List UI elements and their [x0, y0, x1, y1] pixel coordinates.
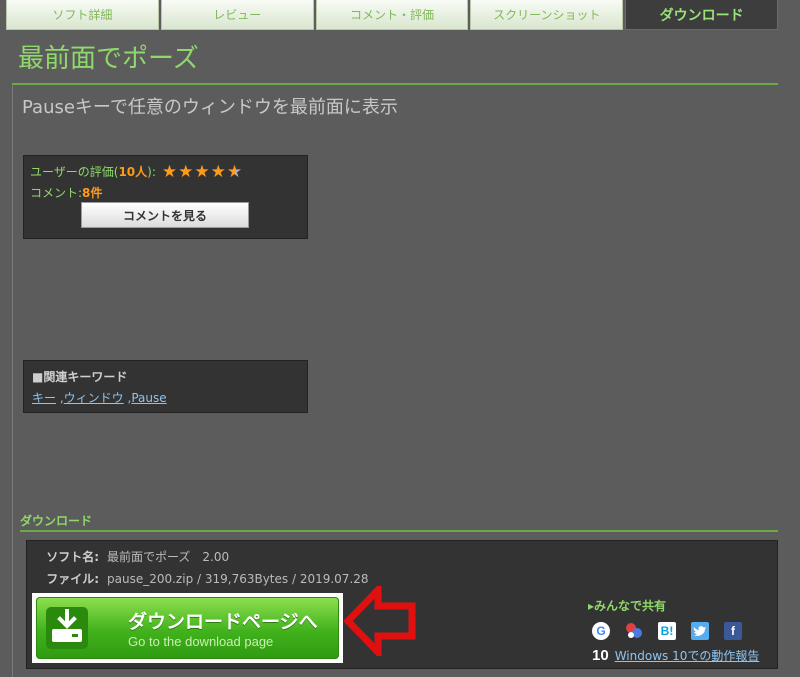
- comments-number: 8件: [82, 186, 103, 200]
- comment-count: コメント:8件: [30, 184, 102, 201]
- keyword-links: キー ,ウィンドウ ,Pause: [32, 391, 167, 405]
- comments-label: コメント:: [30, 186, 83, 200]
- related-keywords-panel: ■関連キーワード キー ,ウィンドウ ,Pause: [23, 360, 308, 413]
- file-value: pause_200.zip / 319,763Bytes / 2019.07.2…: [107, 572, 369, 586]
- windows10-badge: 10: [592, 647, 609, 664]
- share-icons: G B! f: [592, 622, 757, 640]
- soft-name-row: ソフト名: 最前面でポーズ 2.00: [37, 548, 229, 565]
- rating-panel: ユーザーの評価(10人): ★ ★ ★ ★ ★ コメント:8件 コメントを見る: [23, 155, 308, 239]
- download-button-label: ダウンロードページへ: [128, 611, 318, 633]
- download-heading: ダウンロード: [20, 514, 93, 528]
- page-subtitle: Pauseキーで任意のウィンドウを最前面に表示: [22, 97, 398, 118]
- twitter-icon[interactable]: [691, 622, 709, 640]
- star-bookmark-icon[interactable]: [625, 622, 643, 640]
- half-star-icon: ★: [226, 161, 243, 182]
- star-rating: ★ ★ ★ ★ ★: [161, 161, 243, 182]
- download-icon: [46, 607, 88, 649]
- keyword-link-window[interactable]: ウィンドウ: [64, 391, 124, 405]
- star-icon: ★: [161, 161, 178, 182]
- page-title: 最前面でポーズ: [18, 44, 199, 74]
- facebook-icon[interactable]: f: [724, 622, 742, 640]
- google-icon[interactable]: G: [592, 622, 610, 640]
- windows10-report-link[interactable]: Windows 10での動作報告: [615, 647, 760, 664]
- tab-download[interactable]: ダウンロード: [625, 0, 778, 30]
- star-icon: ★: [194, 161, 210, 182]
- download-divider: [20, 530, 778, 532]
- soft-name-value: 最前面でポーズ 2.00: [107, 550, 230, 564]
- tab-soft-details[interactable]: ソフト詳細: [6, 0, 159, 30]
- file-row: ファイル: pause_200.zip / 319,763Bytes / 2019…: [37, 570, 369, 587]
- share-title-text: みんなで共有: [594, 599, 667, 613]
- rating-label-prefix: ユーザーの評価(: [30, 165, 119, 179]
- tab-bar: ソフト詳細 レビュー コメント・評価 スクリーンショット ダウンロード: [6, 0, 778, 31]
- keyword-link-key[interactable]: キー: [32, 391, 56, 405]
- download-page-button[interactable]: ダウンロードページへ Go to the download page: [32, 593, 343, 663]
- download-button-body: ダウンロードページへ Go to the download page: [36, 597, 339, 659]
- user-rating: ユーザーの評価(10人): ★ ★ ★ ★ ★: [30, 163, 243, 180]
- file-label: ファイル:: [46, 572, 99, 586]
- rating-count: 10人: [118, 165, 148, 179]
- hatena-bookmark-icon[interactable]: B!: [658, 622, 676, 640]
- star-icon: ★: [178, 161, 194, 182]
- left-divider: [12, 85, 13, 677]
- download-button-sublabel: Go to the download page: [128, 634, 274, 649]
- red-arrow-icon: [344, 586, 416, 656]
- related-keywords-title: ■関連キーワード: [32, 370, 128, 384]
- share-title: ▸みんなで共有: [588, 599, 667, 613]
- see-comments-button[interactable]: コメントを見る: [81, 202, 249, 228]
- title-divider: [12, 83, 778, 85]
- windows10-report: 10 Windows 10での動作報告: [592, 647, 759, 664]
- soft-name-label: ソフト名:: [46, 550, 99, 564]
- tab-comments[interactable]: コメント・評価: [315, 0, 469, 30]
- tab-screenshots[interactable]: スクリーンショット: [470, 0, 624, 30]
- star-icon: ★: [210, 161, 226, 182]
- keyword-link-pause[interactable]: Pause: [131, 391, 166, 405]
- tab-review[interactable]: レビュー: [160, 0, 314, 30]
- rating-label-suffix: ):: [147, 164, 156, 179]
